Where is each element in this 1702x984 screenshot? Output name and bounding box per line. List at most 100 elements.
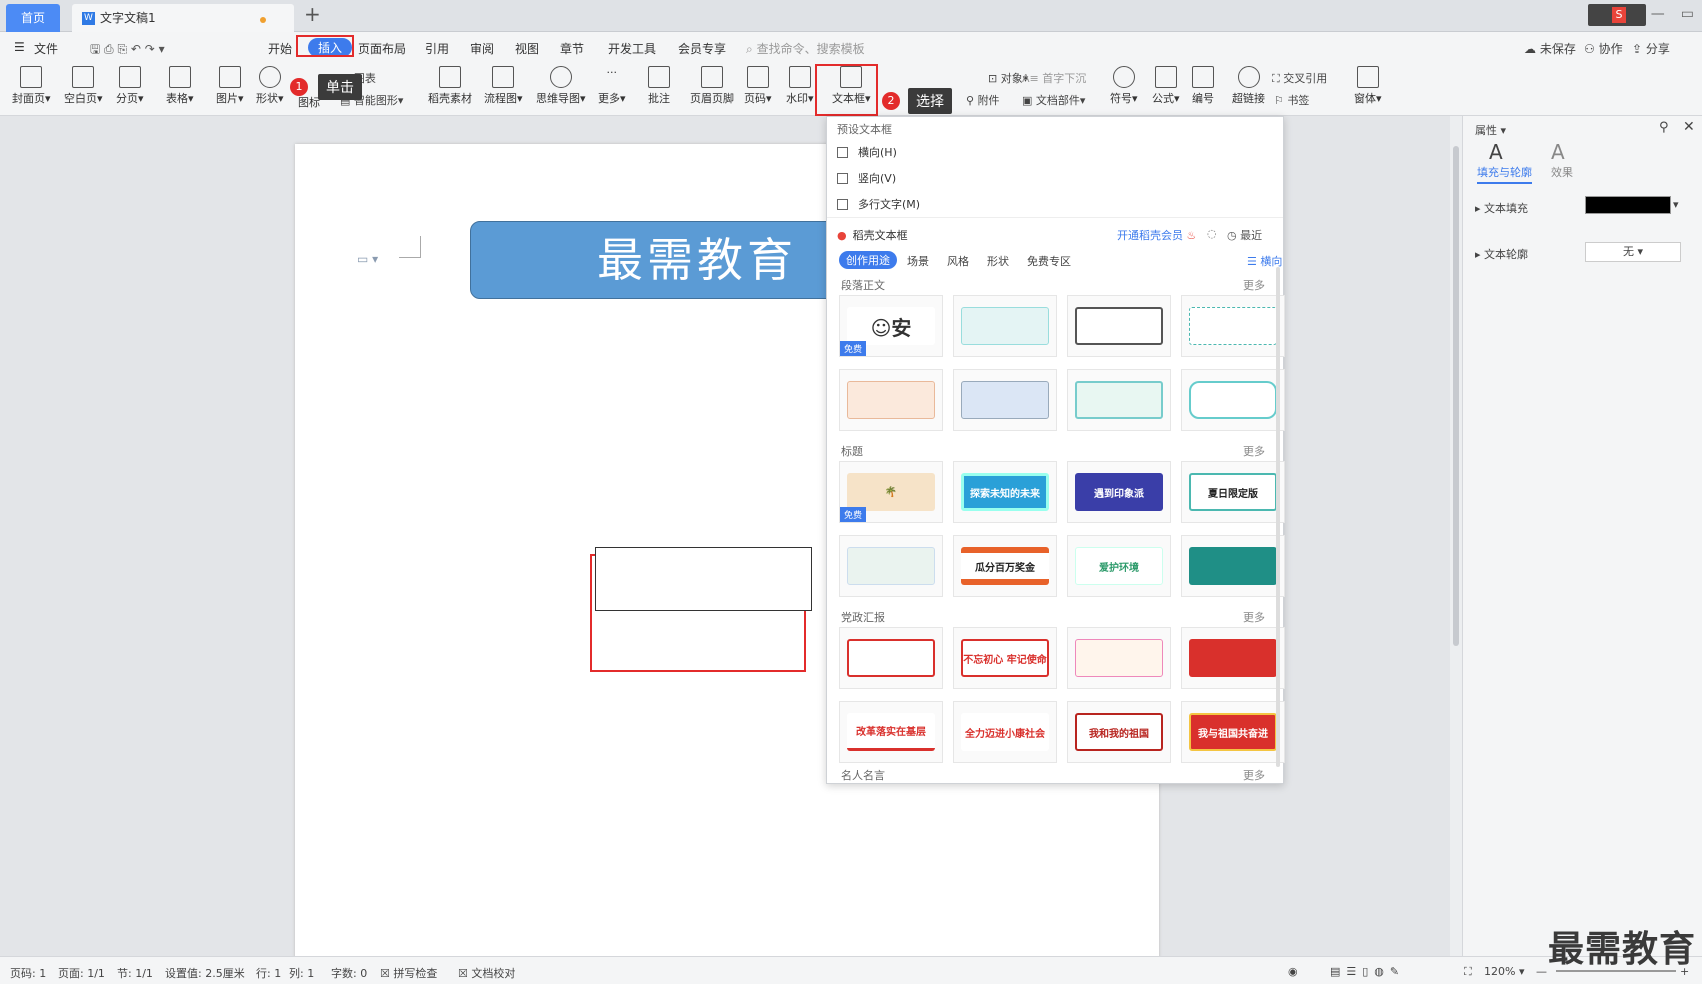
- template-card[interactable]: 瓜分百万奖金: [953, 535, 1057, 597]
- template-card[interactable]: 不忘初心 牢记使命: [953, 627, 1057, 689]
- template-card[interactable]: [839, 369, 943, 431]
- watermark-button[interactable]: 水印▾: [786, 66, 814, 106]
- spell-check-button[interactable]: ☒ 拼写检查: [380, 965, 437, 981]
- recent-button[interactable]: ◷ 最近: [1227, 227, 1262, 243]
- filter-free[interactable]: 免费专区: [1027, 253, 1071, 269]
- section-quote-more[interactable]: 更多: [1243, 767, 1265, 783]
- cover-page-button[interactable]: 封面页▾: [12, 66, 51, 106]
- template-card[interactable]: [1067, 295, 1171, 357]
- quick-access-icons[interactable]: 🖫 ⎙ ⎘ ↶ ↷ ▾: [90, 40, 165, 61]
- template-card[interactable]: 探索未知的未来: [953, 461, 1057, 523]
- minimize-icon[interactable]: —: [1651, 6, 1665, 22]
- tab-document[interactable]: W 文字文稿1: [72, 4, 294, 32]
- status-words[interactable]: 字数: 0: [331, 965, 367, 981]
- template-card[interactable]: [1181, 535, 1285, 597]
- dropcap-button[interactable]: A≡ 首字下沉: [1022, 70, 1086, 86]
- zoom-out-button[interactable]: —: [1536, 965, 1547, 978]
- hyperlink-button[interactable]: 超链接: [1232, 66, 1265, 106]
- mindmap-button[interactable]: 思维导图▾: [536, 66, 586, 106]
- menu-layout[interactable]: 页面布局: [358, 40, 406, 57]
- textbox-horizontal-item[interactable]: 横向(H): [837, 144, 897, 160]
- docer-material-button[interactable]: 稻壳素材: [428, 66, 472, 106]
- status-section[interactable]: 节: 1/1: [117, 965, 153, 981]
- collab-button[interactable]: ⚇ 协作: [1584, 40, 1623, 57]
- section-title-more[interactable]: 更多: [1243, 443, 1265, 459]
- picture-button[interactable]: 图片▾: [216, 66, 244, 106]
- fit-icon[interactable]: ⛶: [1464, 965, 1472, 979]
- template-card[interactable]: [1067, 369, 1171, 431]
- template-card[interactable]: 爱护环境: [1067, 535, 1171, 597]
- filter-style[interactable]: 风格: [947, 253, 969, 269]
- bookmark-button[interactable]: ⚐ 书签: [1274, 92, 1309, 108]
- icon-button[interactable]: 图标: [298, 94, 320, 110]
- template-card[interactable]: 改革落实在基层: [839, 701, 943, 763]
- share-button[interactable]: ⇪ 分享: [1632, 40, 1670, 57]
- inserted-textbox[interactable]: [595, 547, 812, 611]
- menu-icon[interactable]: ☰: [14, 40, 25, 54]
- form-button[interactable]: 窗体▾: [1354, 66, 1382, 106]
- tab-home[interactable]: 首页: [6, 4, 60, 32]
- status-col[interactable]: 列: 1: [289, 965, 314, 981]
- template-card[interactable]: [839, 535, 943, 597]
- text-fill-row[interactable]: ▸ 文本填充: [1475, 200, 1528, 216]
- table-button[interactable]: 表格▾: [166, 66, 194, 106]
- panel-title[interactable]: 属性 ▾: [1475, 122, 1506, 138]
- template-card[interactable]: 我与祖国共奋进: [1181, 701, 1285, 763]
- menu-file[interactable]: 文件: [34, 40, 58, 57]
- flowchart-button[interactable]: 流程图▾: [484, 66, 523, 106]
- text-outline-select[interactable]: 无 ▾: [1585, 242, 1681, 262]
- template-card[interactable]: 遇到印象派: [1067, 461, 1171, 523]
- template-card[interactable]: 全力迈进小康社会: [953, 701, 1057, 763]
- text-fill-color-swatch[interactable]: [1585, 196, 1671, 214]
- text-outline-row[interactable]: ▸ 文本轮廓: [1475, 246, 1528, 262]
- template-card[interactable]: [953, 295, 1057, 357]
- menu-view[interactable]: 视图: [515, 40, 539, 57]
- template-card[interactable]: [953, 369, 1057, 431]
- template-card[interactable]: 我和我的祖国: [1067, 701, 1171, 763]
- new-tab-button[interactable]: +: [304, 2, 321, 26]
- template-card[interactable]: 🌴 免费: [839, 461, 943, 523]
- tab-effect[interactable]: 效果: [1551, 164, 1573, 180]
- pin-icon[interactable]: ⚲: [1659, 120, 1669, 135]
- doc-proof-button[interactable]: ☒ 文档校对: [458, 965, 515, 981]
- menu-devtools[interactable]: 开发工具: [608, 40, 656, 57]
- view-mode-icons[interactable]: ▤☰▯◍✎: [1330, 965, 1405, 978]
- scrollbar-thumb[interactable]: [1453, 146, 1459, 646]
- shape-button[interactable]: 形状▾: [256, 66, 284, 106]
- more-button[interactable]: ··· 更多▾: [598, 66, 626, 106]
- status-setting[interactable]: 设置值: 2.5厘米: [165, 965, 245, 981]
- section-paragraph-more[interactable]: 更多: [1243, 277, 1265, 293]
- filter-usage[interactable]: 创作用途: [839, 251, 897, 269]
- textbox-vertical-item[interactable]: 竖向(V): [837, 170, 896, 186]
- status-page[interactable]: 页码: 1: [10, 965, 46, 981]
- chat-icon[interactable]: ◌: [1207, 227, 1217, 240]
- menu-vip[interactable]: 会员专享: [678, 40, 726, 57]
- menu-chapter[interactable]: 章节: [560, 40, 584, 57]
- section-party-more[interactable]: 更多: [1243, 609, 1265, 625]
- input-method-icon[interactable]: S: [1588, 4, 1646, 26]
- filter-scene[interactable]: 场景: [907, 253, 929, 269]
- status-pages[interactable]: 页面: 1/1: [58, 965, 105, 981]
- menu-start[interactable]: 开始: [268, 40, 292, 57]
- symbol-button[interactable]: 符号▾: [1110, 66, 1138, 106]
- template-card[interactable]: [1181, 627, 1285, 689]
- unsaved-button[interactable]: ☁ 未保存: [1524, 40, 1576, 57]
- page-number-button[interactable]: 页码▾: [744, 66, 772, 106]
- header-footer-button[interactable]: 页眉页脚: [690, 66, 734, 106]
- template-card[interactable]: [1181, 369, 1285, 431]
- blank-page-button[interactable]: 空白页▾: [64, 66, 103, 106]
- eye-icon[interactable]: ◉: [1288, 965, 1298, 978]
- template-card[interactable]: ☺安 免费: [839, 295, 943, 357]
- menu-reference[interactable]: 引用: [425, 40, 449, 57]
- zoom-level[interactable]: 120% ▾: [1484, 965, 1524, 978]
- dropdown-scrollbar[interactable]: [1276, 267, 1280, 767]
- paragraph-mark-icon[interactable]: ▭ ▾: [357, 252, 378, 266]
- filter-shape[interactable]: 形状: [987, 253, 1009, 269]
- cross-reference-button[interactable]: ⛶ 交叉引用: [1272, 70, 1327, 86]
- attachment-button[interactable]: ⚲ 附件: [966, 92, 1000, 108]
- document-scrollbar[interactable]: [1450, 116, 1462, 956]
- restore-icon[interactable]: ▭: [1681, 6, 1694, 22]
- textbox-multiline-item[interactable]: 多行文字(M): [837, 196, 920, 212]
- menu-review[interactable]: 审阅: [470, 40, 494, 57]
- comment-button[interactable]: 批注: [648, 66, 670, 106]
